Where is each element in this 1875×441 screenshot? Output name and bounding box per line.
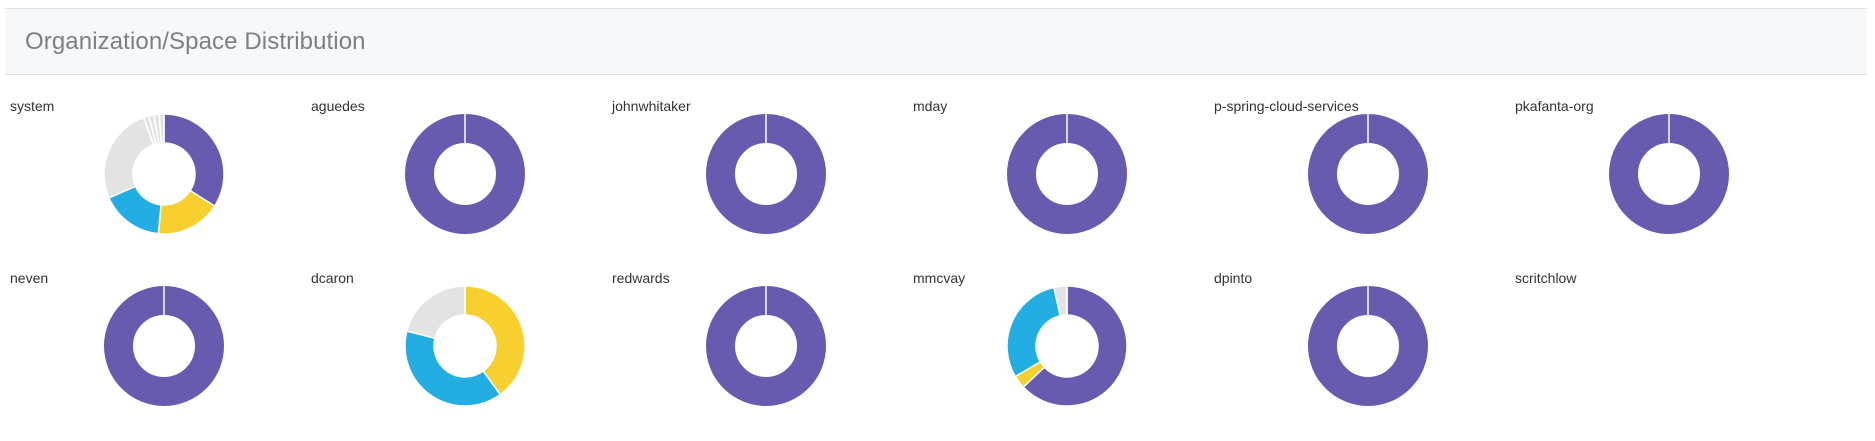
donut-chart <box>1308 286 1428 406</box>
donut-chart <box>1007 114 1127 234</box>
donut-chart <box>104 286 224 406</box>
org-chart: scritchlow <box>1510 248 1810 419</box>
donut-chart <box>405 114 525 234</box>
org-chart: redwards <box>607 248 907 419</box>
donut-chart <box>1609 114 1729 234</box>
org-chart: johnwhitaker <box>607 76 907 247</box>
org-chart: mmcvay <box>908 248 1208 419</box>
donut-chart <box>103 113 225 235</box>
donut-slice[interactable] <box>1006 286 1061 378</box>
org-chart: mday <box>908 76 1208 247</box>
org-chart: dpinto <box>1209 248 1509 419</box>
panel-title: Organization/Space Distribution <box>25 27 366 55</box>
donut-chart <box>404 285 526 407</box>
donut-chart <box>706 114 826 234</box>
donut-chart <box>1006 285 1128 407</box>
org-chart: system <box>5 76 305 247</box>
panel-header: Organization/Space Distribution <box>5 9 1867 75</box>
org-chart: dcaron <box>306 248 606 419</box>
donut-slice[interactable] <box>406 285 466 340</box>
org-chart: p-spring-cloud-services <box>1209 76 1509 247</box>
org-chart: pkafanta-org <box>1510 76 1810 247</box>
org-space-distribution-panel: Organization/Space Distribution system ag… <box>5 8 1867 437</box>
donut-chart <box>706 286 826 406</box>
donut-chart <box>1308 114 1428 234</box>
org-chart: aguedes <box>306 76 606 247</box>
donut-chart <box>1510 248 1810 419</box>
org-chart: neven <box>5 248 305 419</box>
donut-slice[interactable] <box>103 116 155 199</box>
chart-grid: system aguedes johnwhitaker mday p-spring-cl… <box>5 76 1867 437</box>
